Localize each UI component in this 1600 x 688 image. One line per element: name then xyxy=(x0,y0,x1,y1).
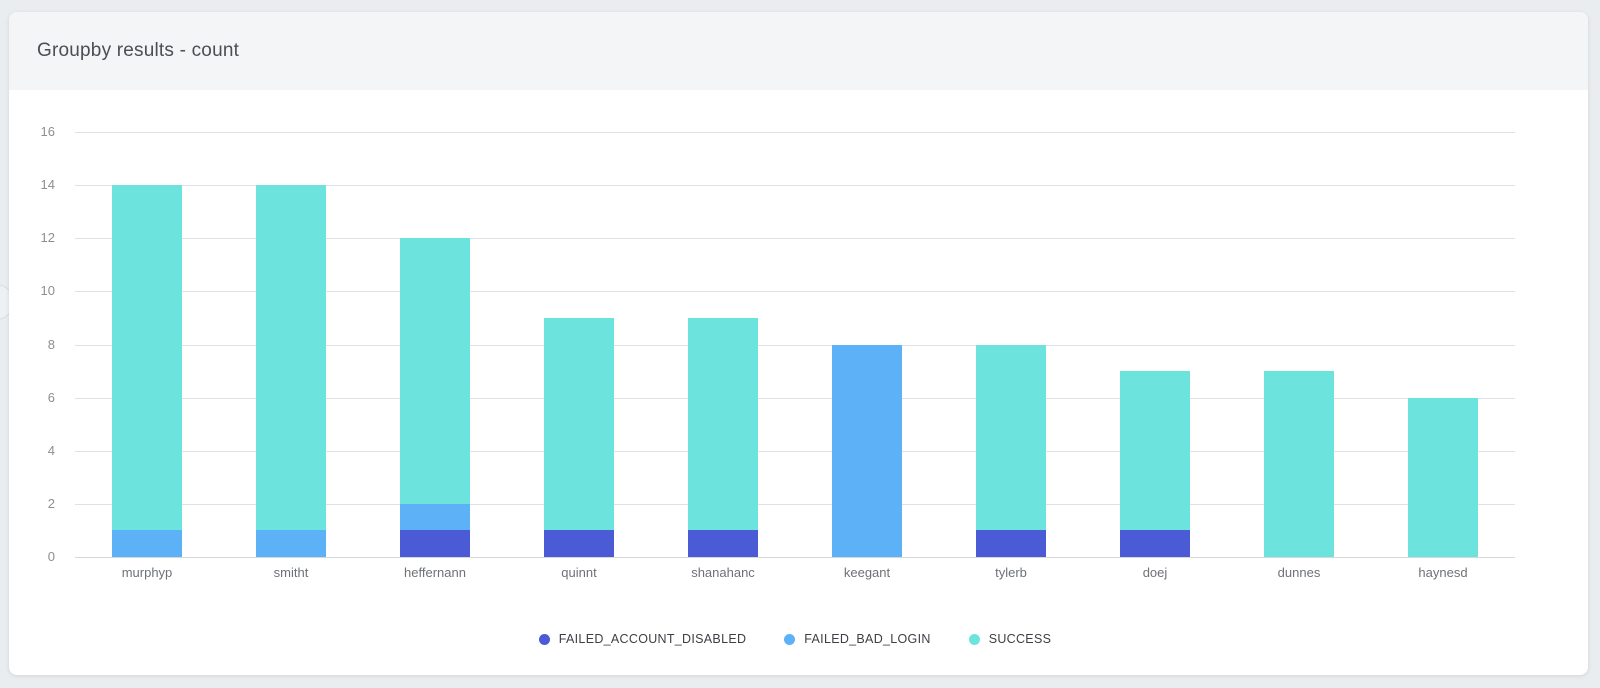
bar-segment-doej-SUCCESS[interactable] xyxy=(1120,371,1190,530)
widget-header: Groupby results - count xyxy=(9,12,1588,90)
bar-keegant[interactable] xyxy=(832,132,902,557)
x-axis-label-dunnes: dunnes xyxy=(1227,565,1371,580)
bar-band-murphyp xyxy=(75,132,219,557)
bar-doej[interactable] xyxy=(1120,132,1190,557)
bar-segment-murphyp-SUCCESS[interactable] xyxy=(112,185,182,530)
legend-item-FAILED_BAD_LOGIN[interactable]: FAILED_BAD_LOGIN xyxy=(784,632,930,646)
bar-segment-heffernann-FAILED_ACCOUNT_DISABLED[interactable] xyxy=(400,530,470,557)
x-axis-label-haynesd: haynesd xyxy=(1371,565,1515,580)
x-axis-label-smitht: smitht xyxy=(219,565,363,580)
bar-band-smitht xyxy=(219,132,363,557)
legend-label-SUCCESS: SUCCESS xyxy=(989,632,1052,646)
bar-band-quinnt xyxy=(507,132,651,557)
bar-heffernann[interactable] xyxy=(400,132,470,557)
x-axis-label-tylerb: tylerb xyxy=(939,565,1083,580)
bar-segment-heffernann-SUCCESS[interactable] xyxy=(400,238,470,504)
groupby-widget-card: Groupby results - count FAILED_ACCOUNT_D… xyxy=(9,12,1588,675)
bar-band-shanahanc xyxy=(651,132,795,557)
gridline-y-0 xyxy=(75,557,1515,558)
y-axis-tick-6: 6 xyxy=(9,390,55,406)
x-axis-label-heffernann: heffernann xyxy=(363,565,507,580)
x-axis-label-quinnt: quinnt xyxy=(507,565,651,580)
y-axis-tick-12: 12 xyxy=(9,230,55,246)
x-axis-label-shanahanc: shanahanc xyxy=(651,565,795,580)
bar-band-tylerb xyxy=(939,132,1083,557)
bar-segment-quinnt-FAILED_ACCOUNT_DISABLED[interactable] xyxy=(544,530,614,557)
bar-segment-doej-FAILED_ACCOUNT_DISABLED[interactable] xyxy=(1120,530,1190,557)
bar-shanahanc[interactable] xyxy=(688,132,758,557)
bar-segment-tylerb-FAILED_ACCOUNT_DISABLED[interactable] xyxy=(976,530,1046,557)
y-axis-tick-0: 0 xyxy=(9,549,55,565)
legend-dot-FAILED_ACCOUNT_DISABLED xyxy=(539,634,550,645)
legend-item-SUCCESS[interactable]: SUCCESS xyxy=(969,632,1052,646)
bar-segment-smitht-SUCCESS[interactable] xyxy=(256,185,326,530)
bar-segment-keegant-FAILED_BAD_LOGIN[interactable] xyxy=(832,345,902,558)
bar-segment-shanahanc-FAILED_ACCOUNT_DISABLED[interactable] xyxy=(688,530,758,557)
y-axis-tick-2: 2 xyxy=(9,496,55,512)
bar-smitht[interactable] xyxy=(256,132,326,557)
bar-band-haynesd xyxy=(1371,132,1515,557)
bar-band-heffernann xyxy=(363,132,507,557)
bar-band-dunnes xyxy=(1227,132,1371,557)
bar-segment-heffernann-FAILED_BAD_LOGIN[interactable] xyxy=(400,504,470,531)
bar-segment-shanahanc-SUCCESS[interactable] xyxy=(688,318,758,531)
bar-segment-smitht-FAILED_BAD_LOGIN[interactable] xyxy=(256,530,326,557)
stacked-bar-chart: FAILED_ACCOUNT_DISABLED FAILED_BAD_LOGIN S… xyxy=(9,90,1588,675)
bar-segment-haynesd-SUCCESS[interactable] xyxy=(1408,398,1478,557)
bar-segment-quinnt-SUCCESS[interactable] xyxy=(544,318,614,531)
y-axis-tick-16: 16 xyxy=(9,124,55,140)
legend-dot-SUCCESS xyxy=(969,634,980,645)
x-axis-label-murphyp: murphyp xyxy=(75,565,219,580)
legend-label-FAILED_BAD_LOGIN: FAILED_BAD_LOGIN xyxy=(804,632,930,646)
bar-dunnes[interactable] xyxy=(1264,132,1334,557)
y-axis-tick-8: 8 xyxy=(9,337,55,353)
legend-item-FAILED_ACCOUNT_DISABLED[interactable]: FAILED_ACCOUNT_DISABLED xyxy=(539,632,747,646)
x-axis-label-keegant: keegant xyxy=(795,565,939,580)
y-axis-tick-4: 4 xyxy=(9,443,55,459)
bar-segment-tylerb-SUCCESS[interactable] xyxy=(976,345,1046,531)
legend-dot-FAILED_BAD_LOGIN xyxy=(784,634,795,645)
y-axis-tick-14: 14 xyxy=(9,177,55,193)
bar-tylerb[interactable] xyxy=(976,132,1046,557)
bar-segment-dunnes-SUCCESS[interactable] xyxy=(1264,371,1334,557)
bar-quinnt[interactable] xyxy=(544,132,614,557)
plot-area xyxy=(75,132,1515,557)
chart-legend: FAILED_ACCOUNT_DISABLED FAILED_BAD_LOGIN S… xyxy=(75,632,1515,646)
y-axis-tick-10: 10 xyxy=(9,283,55,299)
bar-band-keegant xyxy=(795,132,939,557)
x-axis-label-doej: doej xyxy=(1083,565,1227,580)
widget-title: Groupby results - count xyxy=(37,40,239,62)
legend-label-FAILED_ACCOUNT_DISABLED: FAILED_ACCOUNT_DISABLED xyxy=(559,632,747,646)
bar-segment-murphyp-FAILED_BAD_LOGIN[interactable] xyxy=(112,530,182,557)
bar-haynesd[interactable] xyxy=(1408,132,1478,557)
bar-murphyp[interactable] xyxy=(112,132,182,557)
bar-band-doej xyxy=(1083,132,1227,557)
